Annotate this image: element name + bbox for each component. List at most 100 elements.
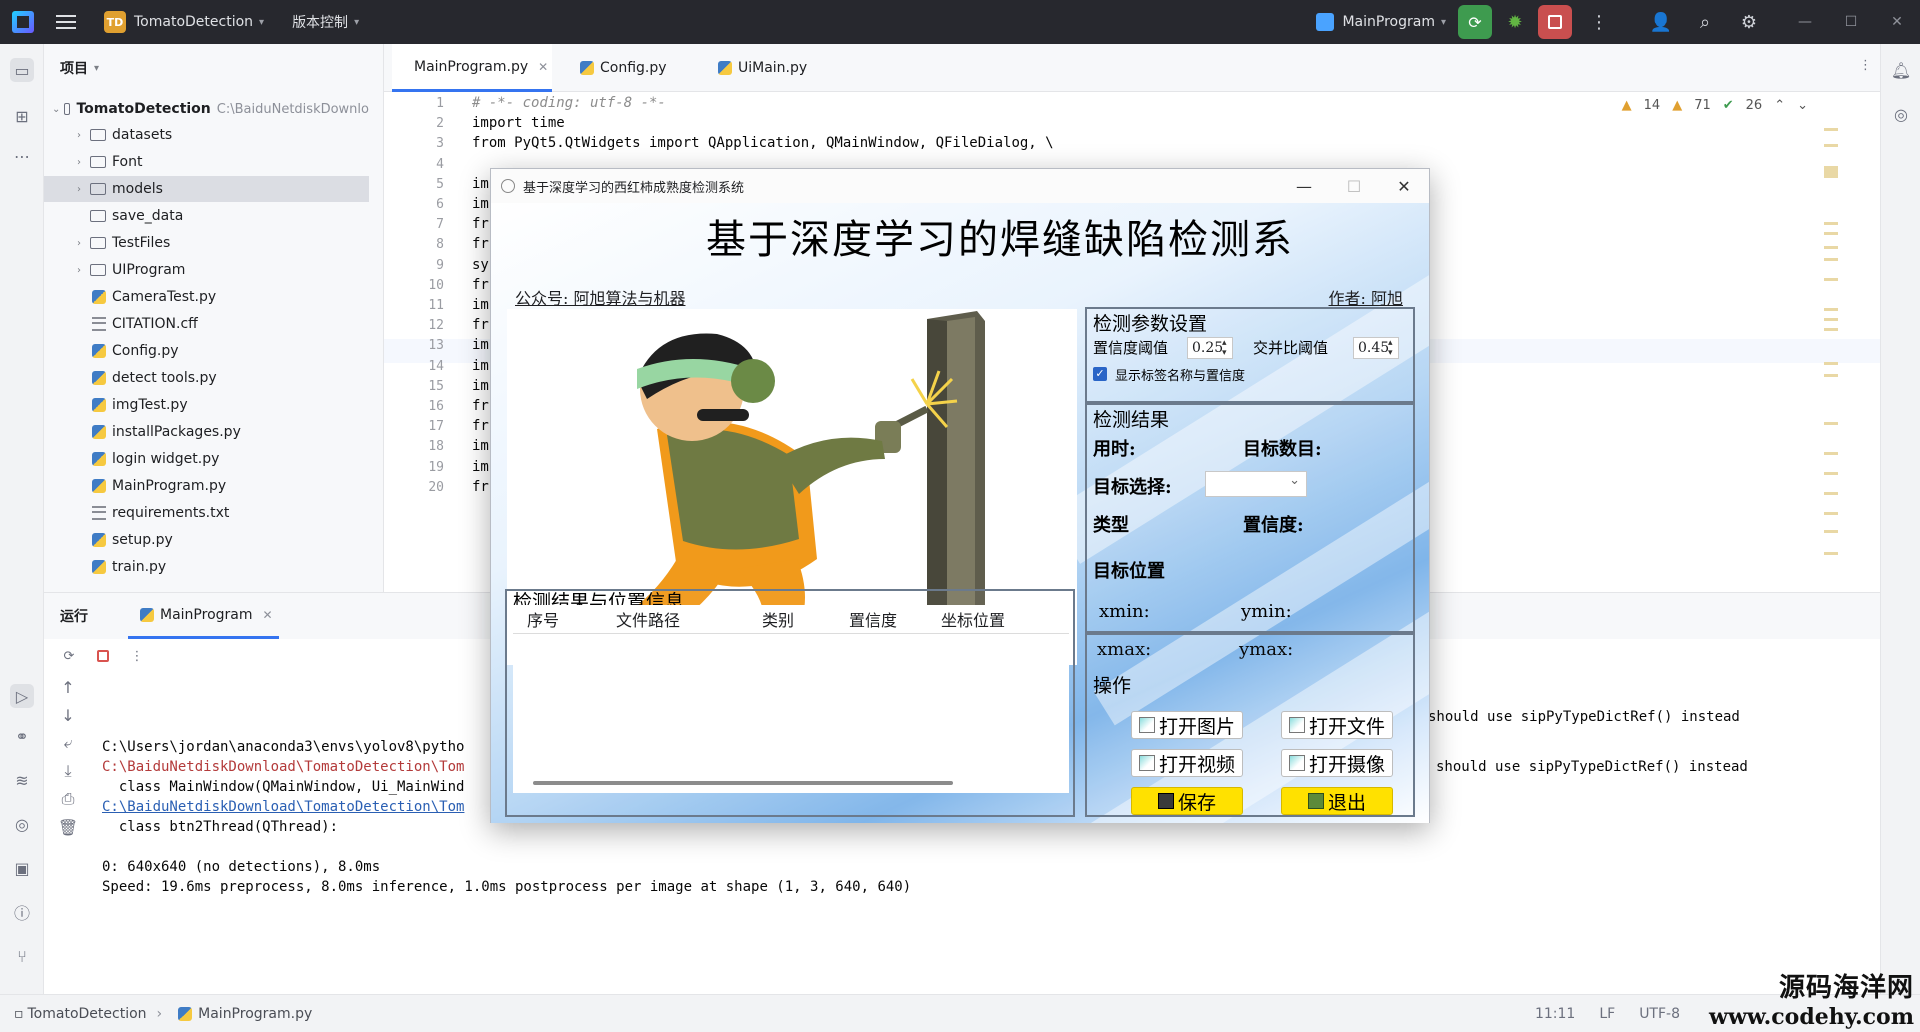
project-switcher[interactable]: TomatoDetection <box>134 14 253 30</box>
close-tab-icon[interactable]: ✕ <box>263 608 273 622</box>
ai-assistant-icon[interactable]: ◎ <box>1889 102 1913 126</box>
services-icon[interactable]: ◎ <box>10 812 34 836</box>
expand-arrow-icon[interactable]: › <box>72 184 86 195</box>
arrow-down-icon[interactable]: ↓ <box>56 703 80 727</box>
tree-item[interactable]: › datasets <box>44 122 369 148</box>
inspection-widget[interactable]: ▲ 14 ▲ 71 ✔ 26 ⌃ ⌄ <box>1622 98 1808 113</box>
tree-item[interactable]: login widget.py <box>44 446 369 472</box>
add-user-icon[interactable]: 👤 <box>1644 5 1678 39</box>
tree-item[interactable]: detect tools.py <box>44 365 369 391</box>
exit-button[interactable]: 退出 <box>1281 787 1393 815</box>
code-line[interactable]: im <box>472 358 489 374</box>
open-image-button[interactable]: 打开图片 <box>1131 711 1243 739</box>
more-actions-icon[interactable]: ⋮ <box>1582 5 1616 39</box>
caret-position[interactable]: 11:11 <box>1535 1006 1575 1022</box>
code-line[interactable]: fr <box>472 479 489 495</box>
tree-item[interactable]: CameraTest.py <box>44 284 369 310</box>
open-camera-button[interactable]: 打开摄像 <box>1281 749 1393 777</box>
horizontal-scrollbar[interactable] <box>533 781 953 785</box>
tree-item[interactable]: CITATION.cff <box>44 311 369 337</box>
code-line[interactable]: from PyQt5.QtWidgets import QApplication… <box>472 135 1054 151</box>
tree-item[interactable]: save_data <box>44 203 369 229</box>
breadcrumb-file[interactable]: MainProgram.py <box>198 1006 312 1022</box>
tree-item[interactable]: train.py <box>44 554 369 580</box>
target-select-combo[interactable] <box>1205 471 1307 497</box>
expand-arrow-icon[interactable]: › <box>72 238 86 249</box>
tree-item[interactable]: imgTest.py <box>44 392 369 418</box>
tree-item[interactable]: requirements.txt <box>44 500 369 526</box>
debug-icon[interactable]: ✹ <box>1498 5 1532 39</box>
close-window-button[interactable]: ✕ <box>1874 0 1920 44</box>
expand-arrow-icon[interactable]: › <box>72 265 86 276</box>
expand-arrow-icon[interactable]: › <box>72 157 86 168</box>
tree-item[interactable]: setup.py <box>44 527 369 553</box>
main-menu-icon[interactable] <box>56 15 76 29</box>
code-line[interactable]: fr <box>472 398 489 414</box>
open-video-button[interactable]: 打开视频 <box>1131 749 1243 777</box>
console-line[interactable]: C:\BaiduNetdiskDownload\TomatoDetection\… <box>102 799 464 815</box>
project-folder-icon[interactable]: ▭ <box>10 58 34 82</box>
tree-item[interactable]: Config.py <box>44 338 369 364</box>
show-labels-checkbox[interactable]: ✓ <box>1093 367 1107 381</box>
more-icon[interactable]: ⋮ <box>128 647 146 665</box>
code-line[interactable]: fr <box>472 236 489 252</box>
problems-icon[interactable]: ⓘ <box>10 900 34 924</box>
minimize-button[interactable]: — <box>1782 0 1828 44</box>
tree-root[interactable]: ⌄ TomatoDetection C:\BaiduNetdiskDownlo <box>44 96 369 122</box>
search-icon[interactable]: ⌕ <box>1688 5 1722 39</box>
tree-item[interactable]: › Font <box>44 149 369 175</box>
results-table[interactable]: 序号 文件路径 类别 置信度 坐标位置 <box>513 605 1069 793</box>
code-line[interactable]: sy <box>472 257 489 273</box>
table-body[interactable] <box>513 633 1069 793</box>
tree-item[interactable]: installPackages.py <box>44 419 369 445</box>
code-line[interactable]: # -*- coding: utf-8 -*- <box>472 95 666 111</box>
trash-icon[interactable]: 🗑︎ <box>56 815 80 839</box>
stop-icon[interactable] <box>94 647 112 665</box>
terminal-icon[interactable]: ▣ <box>10 856 34 880</box>
layers-icon[interactable]: ≋ <box>10 768 34 792</box>
arrow-up-icon[interactable]: ↑ <box>56 675 80 699</box>
breadcrumb-project[interactable]: TomatoDetection <box>28 1006 147 1022</box>
code-line[interactable]: fr <box>472 277 489 293</box>
code-line[interactable]: im <box>472 378 489 394</box>
code-line[interactable]: fr <box>472 317 489 333</box>
code-line[interactable]: im <box>472 337 489 353</box>
maximize-button[interactable]: ☐ <box>1828 0 1874 44</box>
code-line[interactable]: im <box>472 297 489 313</box>
stop-button[interactable] <box>1538 5 1572 39</box>
structure-icon[interactable]: ⊞ <box>10 104 34 128</box>
vcs-menu[interactable]: 版本控制 <box>292 12 348 32</box>
soft-wrap-icon[interactable]: ⤶ <box>56 731 80 755</box>
app-maximize-button[interactable]: ☐ <box>1329 169 1379 203</box>
tab-config[interactable]: Config.py <box>564 44 677 92</box>
save-button[interactable]: 保存 <box>1131 787 1243 815</box>
app-minimize-button[interactable]: — <box>1279 169 1329 203</box>
print-icon[interactable]: ⎙ <box>56 787 80 811</box>
project-panel-title[interactable]: 项目 <box>60 58 88 78</box>
app-close-button[interactable]: ✕ <box>1379 169 1429 203</box>
run-tab-mainprogram[interactable]: MainProgram ✕ <box>128 593 279 639</box>
scrollbar-markers[interactable] <box>1824 122 1838 582</box>
code-line[interactable]: im <box>472 438 489 454</box>
expand-arrow-icon[interactable]: › <box>72 130 86 141</box>
chevron-down-icon[interactable]: ⌄ <box>1797 98 1808 113</box>
tree-item[interactable]: › TestFiles <box>44 230 369 256</box>
tree-item[interactable]: › models <box>44 176 369 202</box>
notifications-bell-icon[interactable]: 🔔︎ <box>1889 58 1913 82</box>
run-tool-icon[interactable]: ▷ <box>10 684 34 708</box>
settings-gear-icon[interactable]: ⚙ <box>1732 5 1766 39</box>
chevron-up-icon[interactable]: ⌃ <box>1774 98 1785 113</box>
scroll-to-end-icon[interactable]: ⤓ <box>56 759 80 783</box>
run-config-selector[interactable]: MainProgram <box>1342 14 1435 30</box>
tab-uimain[interactable]: UiMain.py <box>702 44 817 92</box>
more-tools-icon[interactable]: ⋯ <box>10 144 34 168</box>
tree-item[interactable]: MainProgram.py <box>44 473 369 499</box>
code-line[interactable]: import time <box>472 115 565 131</box>
code-line[interactable]: im <box>472 176 489 192</box>
file-encoding[interactable]: UTF-8 <box>1639 1006 1680 1022</box>
open-folder-button[interactable]: 打开文件 <box>1281 711 1393 739</box>
conf-threshold-spinbox[interactable]: 0.25 <box>1187 337 1233 359</box>
rerun-icon[interactable]: ⟳ <box>60 647 78 665</box>
code-line[interactable]: im <box>472 459 489 475</box>
code-line[interactable]: fr <box>472 418 489 434</box>
